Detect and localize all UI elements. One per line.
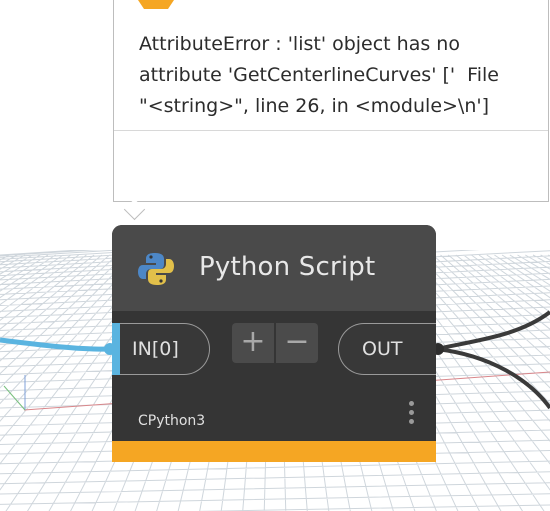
node-header[interactable]: Python Script (112, 225, 436, 311)
add-input-button[interactable]: + (232, 323, 274, 363)
engine-label[interactable]: CPython3 (138, 413, 205, 429)
python-script-node[interactable]: Python Script IN[0] + − OUT CPython3 (112, 225, 436, 462)
input-port-indicator (112, 323, 120, 375)
warning-icon (138, 0, 174, 9)
more-vertical-icon[interactable] (406, 401, 416, 431)
input-port-label: IN[0] (132, 338, 179, 360)
python-logo-icon (138, 253, 174, 285)
warning-status-bar (112, 441, 436, 462)
node-title: Python Script (199, 252, 376, 282)
tooltip-divider (114, 130, 548, 131)
error-message: AttributeError : 'list' object has no at… (139, 33, 499, 117)
output-port-label: OUT (362, 338, 403, 360)
remove-input-button[interactable]: − (276, 323, 318, 363)
